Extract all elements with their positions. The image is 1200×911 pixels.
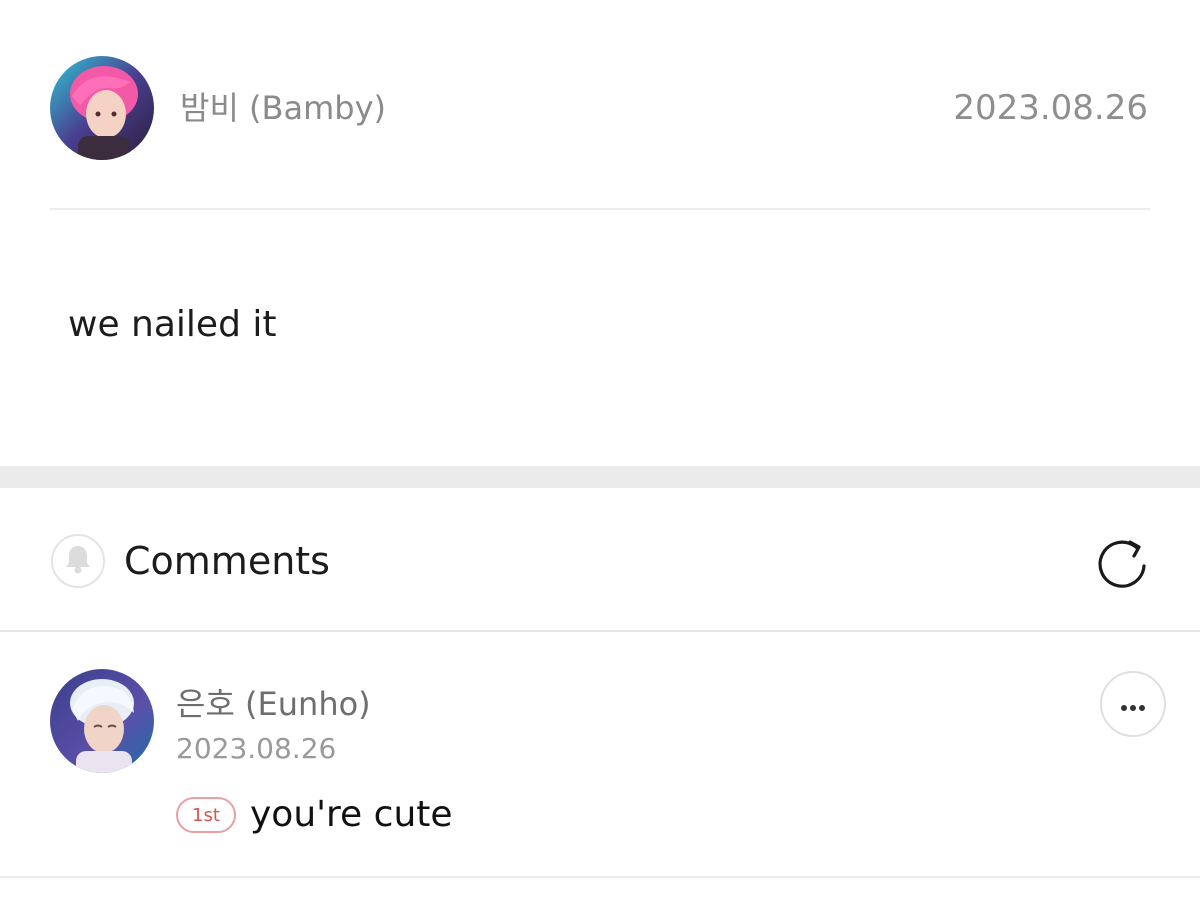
comment-rank-badge: 1st (176, 797, 236, 833)
more-options-icon (1120, 689, 1146, 719)
comments-divider (0, 630, 1200, 632)
comments-bell-button[interactable] (51, 534, 105, 588)
comment-date: 2023.08.26 (176, 732, 337, 765)
comment-divider (0, 876, 1200, 878)
refresh-button[interactable] (1090, 530, 1156, 596)
section-separator (0, 466, 1200, 488)
bell-icon (63, 543, 93, 579)
header-divider (50, 208, 1150, 210)
post-date: 2023.08.26 (953, 88, 1148, 128)
post-author-avatar[interactable] (50, 56, 154, 160)
comment-more-options-button[interactable] (1100, 671, 1166, 737)
refresh-icon (1090, 540, 1156, 600)
comments-title: Comments (124, 539, 330, 583)
comment-author-name[interactable]: 은호 (Eunho) (176, 683, 371, 725)
comment-author-avatar[interactable] (50, 669, 154, 773)
post-author-name[interactable]: 밤비 (Bamby) (180, 86, 386, 130)
post-body-text: we nailed it (68, 304, 277, 345)
comment-text: you're cute (250, 794, 453, 835)
